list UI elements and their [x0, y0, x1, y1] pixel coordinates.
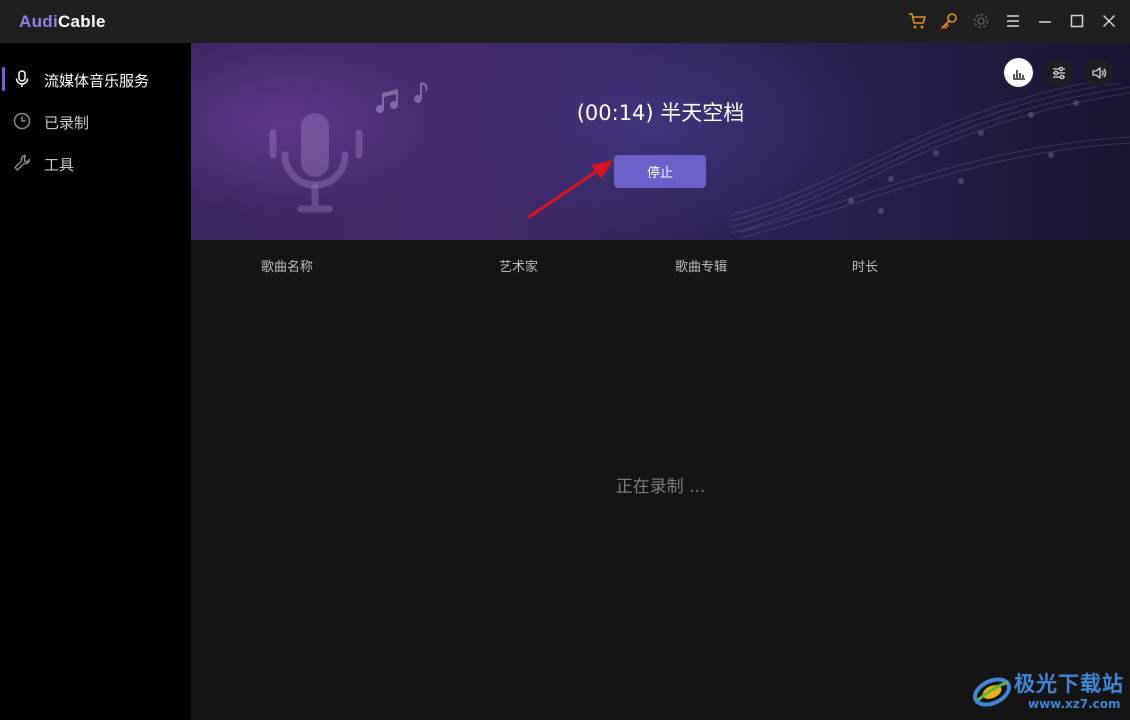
- watermark-brand: 极光下载站: [1014, 672, 1124, 696]
- watermark-logo-icon: [973, 677, 1011, 707]
- minimize-icon[interactable]: [1034, 10, 1056, 32]
- equalizer-icon[interactable]: [1004, 58, 1033, 87]
- column-header-song[interactable]: 歌曲名称: [261, 256, 313, 275]
- maximize-icon[interactable]: [1066, 10, 1088, 32]
- menu-icon[interactable]: [1002, 10, 1024, 32]
- column-header-artist[interactable]: 艺术家: [499, 256, 538, 275]
- wrench-icon: [12, 153, 32, 173]
- annotation-arrow: [527, 160, 613, 219]
- title-bar: AudiCable: [0, 0, 1130, 43]
- key-icon[interactable]: [938, 10, 960, 32]
- sliders-icon[interactable]: [1044, 58, 1073, 87]
- app-logo: AudiCable: [19, 12, 106, 32]
- logo-part-cable: Cable: [57, 12, 106, 31]
- column-header-duration[interactable]: 时长: [852, 256, 878, 275]
- main-panel: (00:14) 半天空档 停止 歌曲名称 艺术家 歌曲专辑 时长 正在录制 ..…: [191, 43, 1130, 720]
- watermark-site: www.xz7.com: [1028, 697, 1121, 711]
- active-indicator: [2, 67, 5, 91]
- close-icon[interactable]: [1098, 10, 1120, 32]
- clock-icon: [12, 111, 32, 131]
- microphone-icon: [12, 69, 32, 89]
- now-recording-title: (00:14) 半天空档: [576, 101, 745, 125]
- sidebar-item-streaming[interactable]: 流媒体音乐服务: [0, 64, 191, 94]
- logo-part-audi: Audi: [19, 12, 58, 31]
- sidebar-item-label: 工具: [44, 156, 75, 174]
- recording-status-text: 正在录制 ...: [615, 477, 706, 497]
- column-header-album[interactable]: 歌曲专辑: [675, 256, 727, 275]
- volume-icon[interactable]: [1084, 58, 1113, 87]
- sidebar-item-label: 流媒体音乐服务: [44, 72, 150, 90]
- watermark: 极光下载站 www.xz7.com: [968, 666, 1128, 718]
- cart-icon[interactable]: [906, 10, 928, 32]
- sidebar: 流媒体音乐服务 已录制 工具: [0, 43, 191, 720]
- gear-icon[interactable]: [970, 10, 992, 32]
- stop-button[interactable]: 停止: [614, 155, 706, 188]
- sidebar-item-label: 已录制: [44, 114, 90, 132]
- sidebar-item-recorded[interactable]: 已录制: [0, 106, 191, 136]
- sidebar-item-tools[interactable]: 工具: [0, 148, 191, 178]
- recording-banner: (00:14) 半天空档 停止: [191, 43, 1130, 240]
